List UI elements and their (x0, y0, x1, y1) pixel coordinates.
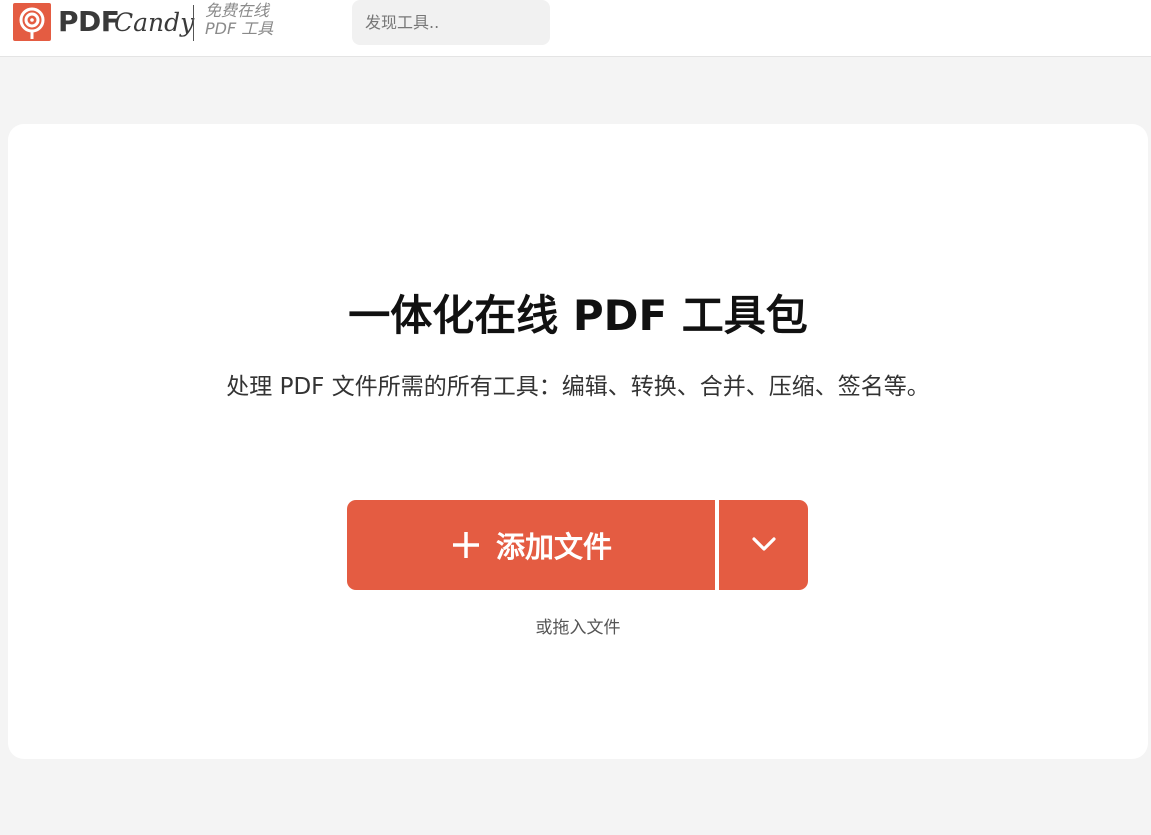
page-title: 一体化在线 PDF 工具包 (348, 291, 808, 340)
add-file-button[interactable]: 添加文件 (347, 500, 715, 590)
logo-tagline: 免费在线 PDF 工具 (205, 2, 295, 38)
plus-icon (450, 529, 482, 561)
logo-tagline-line2: PDF 工具 (205, 19, 274, 38)
page-subtitle: 处理 PDF 文件所需的所有工具：编辑、转换、合并、压缩、签名等。 (226, 374, 930, 400)
add-file-label: 添加文件 (495, 530, 612, 564)
pdfcandy-logo-icon[interactable] (13, 3, 51, 41)
upload-card: 一体化在线 PDF 工具包 处理 PDF 文件所需的所有工具：编辑、转换、合并、… (8, 124, 1148, 759)
top-bar: PDF Candy 免费在线 PDF 工具 (0, 0, 1151, 57)
logo-divider (193, 5, 194, 41)
logo-brand-bold[interactable]: PDF (58, 5, 120, 39)
chevron-down-icon (751, 536, 777, 555)
drag-drop-hint: 或拖入文件 (535, 618, 621, 638)
upload-options-dropdown[interactable] (719, 500, 808, 590)
logo-tagline-line1: 免费在线 (205, 1, 270, 20)
logo-brand-script[interactable]: Candy (114, 7, 194, 39)
search-input[interactable] (352, 0, 550, 45)
